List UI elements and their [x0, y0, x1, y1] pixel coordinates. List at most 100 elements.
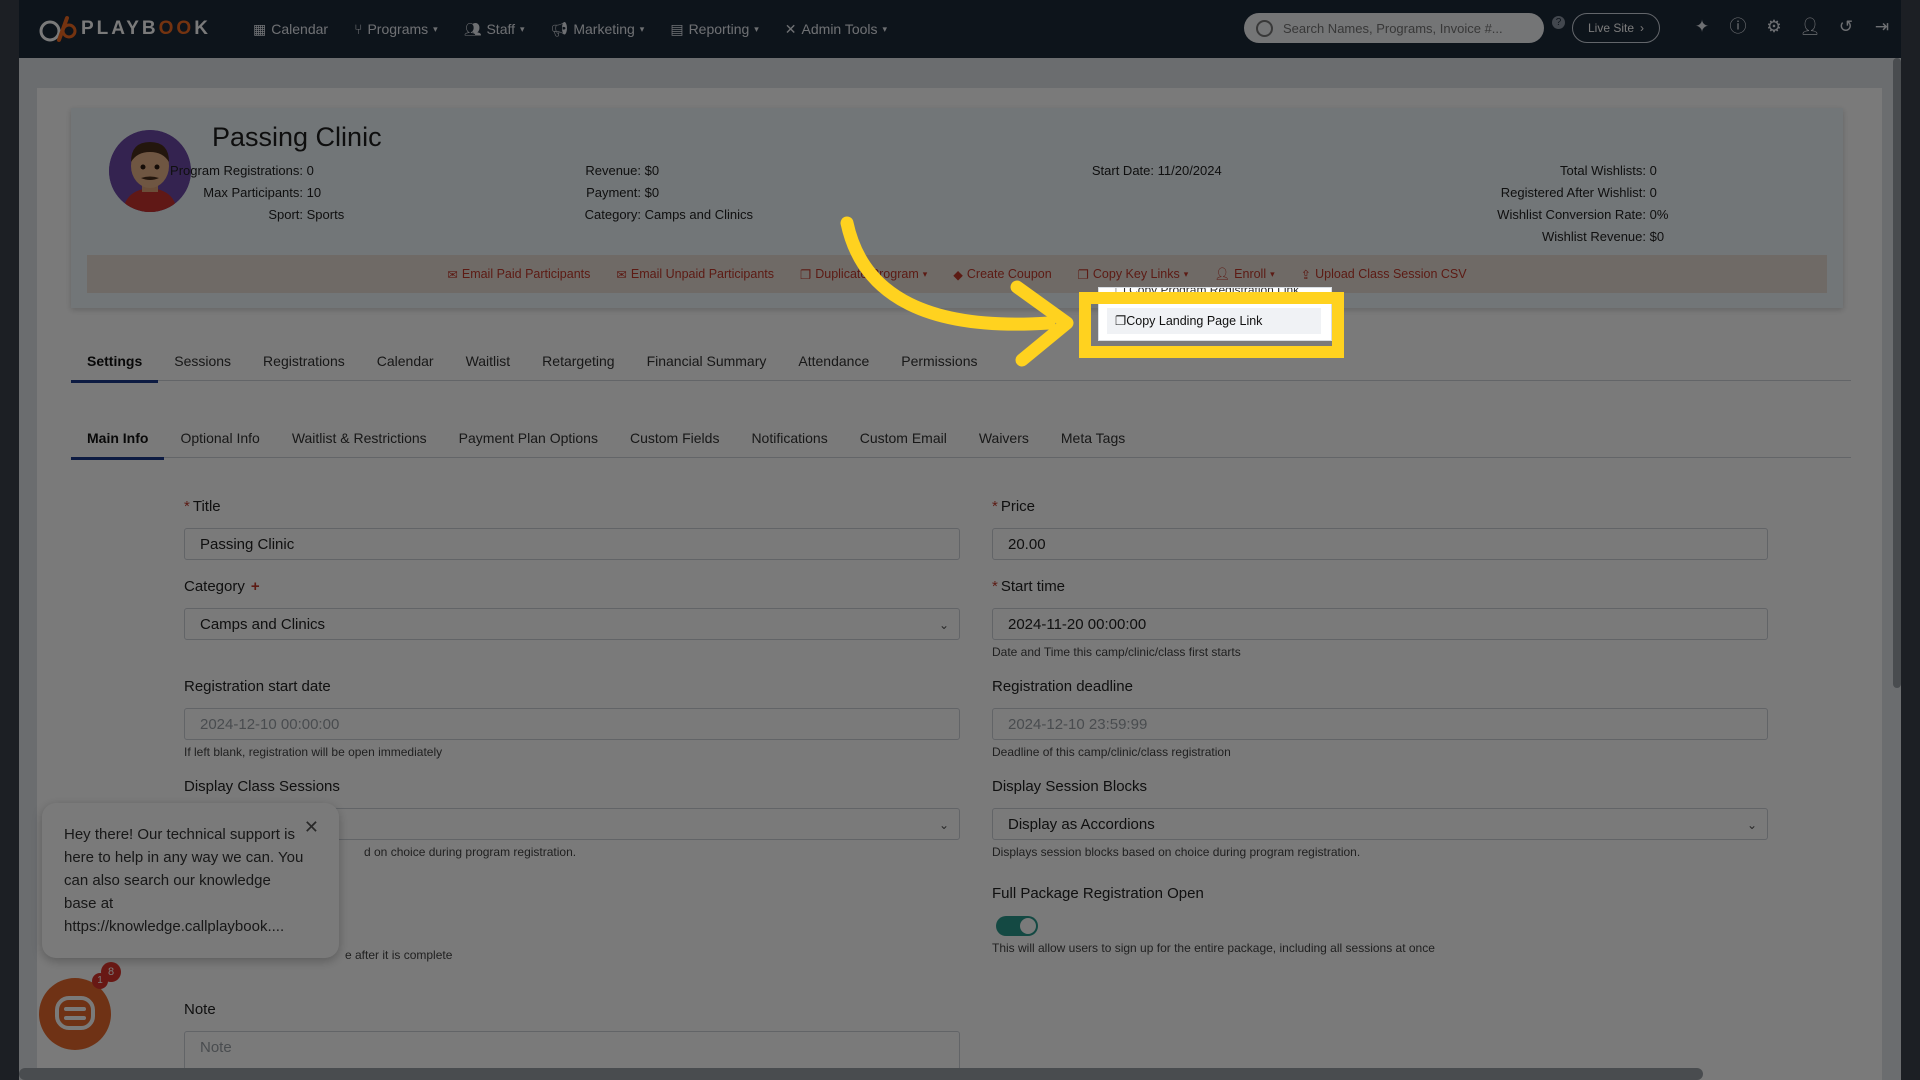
nav-programs-label: Programs — [367, 21, 429, 37]
live-site-label: Live Site — [1587, 21, 1635, 35]
enroll-button[interactable]: 👤︎ Enroll ▾ — [1214, 267, 1274, 282]
add-user-icon: 👤︎ — [1214, 266, 1231, 281]
tab-waitlist[interactable]: Waitlist — [450, 350, 527, 380]
annotation-arrow-icon — [840, 216, 1074, 367]
question-icon[interactable]: ? — [1552, 16, 1565, 29]
search-input[interactable] — [1281, 19, 1535, 37]
note-input[interactable]: Note — [184, 1031, 960, 1071]
title-label-text: Title — [192, 498, 221, 515]
stat-label: Registered After Wishlist: — [1500, 185, 1646, 200]
logout-icon[interactable]: ⇥ — [1871, 16, 1893, 38]
chevron-down-icon: ▾ — [433, 23, 438, 34]
subtab-main-info[interactable]: Main Info — [71, 427, 165, 460]
announcement-icon[interactable]: ✦ — [1691, 16, 1713, 38]
upload-csv-button[interactable]: ⇪ Upload Class Session CSV — [1301, 267, 1467, 282]
category-select[interactable]: Camps and Clinics ⌄ — [184, 608, 960, 640]
stat-value: Camps and Clinics — [644, 207, 753, 222]
toggle-knob — [1020, 918, 1036, 934]
history-icon[interactable]: ↺ — [1835, 16, 1857, 38]
envelope-icon: ✉ — [616, 267, 627, 282]
support-chat-popup[interactable]: Hey there! Our technical support is here… — [42, 803, 339, 958]
subtab-notifications[interactable]: Notifications — [735, 427, 843, 457]
stat-start-date: Start Date: 11/20/2024 — [1071, 163, 1222, 178]
start-time-help: Date and Time this camp/clinic/class fir… — [992, 645, 1241, 659]
nav-marketing[interactable]: 📢︎ Marketing ▾ — [551, 21, 645, 38]
gear-icon[interactable]: ⚙ — [1763, 16, 1785, 38]
display-class-sessions-help: d on choice during program registration. — [364, 845, 577, 859]
full-package-toggle[interactable] — [996, 916, 1038, 936]
support-chat-message: Hey there! Our technical support is here… — [64, 826, 304, 935]
tab-sessions[interactable]: Sessions — [158, 350, 247, 380]
stat-value: 11/20/2024 — [1157, 163, 1222, 178]
chevron-down-icon: ▾ — [882, 23, 888, 34]
top-nav: PLAYBOOK ▦ Calendar ⑂ Programs ▾ 👥︎ Staff ▾ 📢… — [19, 0, 1901, 58]
subtab-payment-plan-options[interactable]: Payment Plan Options — [443, 427, 614, 457]
help-circle-icon[interactable]: ⓘ — [1727, 16, 1749, 38]
nav-calendar-label: Calendar — [271, 21, 329, 37]
category-select-value: Camps and Clinics — [200, 616, 326, 633]
tab-calendar[interactable]: Calendar — [361, 350, 450, 380]
chevron-down-icon: ▾ — [1183, 268, 1189, 279]
subtab-custom-fields[interactable]: Custom Fields — [614, 427, 735, 457]
subtab-waitlist-restrictions[interactable]: Waitlist & Restrictions — [276, 427, 443, 457]
subtab-optional-info[interactable]: Optional Info — [164, 427, 275, 457]
stat-category: Category: Camps and Clinics — [541, 207, 753, 222]
logo-mark-icon — [39, 16, 77, 42]
display-session-blocks-select[interactable]: Display as Accordions ⌄ — [992, 808, 1768, 840]
megaphone-icon: 📢︎ — [550, 20, 569, 37]
start-time-label: * Start time — [992, 578, 1065, 595]
reg-start-input[interactable]: 2024-12-10 00:00:00 — [184, 708, 960, 740]
live-site-button[interactable]: Live Site › — [1572, 13, 1660, 43]
upload-icon: ⇪ — [1300, 267, 1312, 282]
tab-settings[interactable]: Settings — [71, 350, 159, 383]
chevron-down-icon: ⌄ — [938, 618, 949, 632]
subtab-waivers[interactable]: Waivers — [963, 427, 1045, 457]
subtab-meta-tags[interactable]: Meta Tags — [1045, 427, 1141, 457]
reg-deadline-input[interactable]: 2024-12-10 23:59:99 — [992, 708, 1768, 740]
display-session-blocks-label: Display Session Blocks — [992, 778, 1148, 795]
chevron-down-icon: ▾ — [1270, 268, 1275, 279]
email-paid-label: Email Paid Participants — [461, 267, 591, 281]
stat-label: Sport: — [268, 207, 303, 222]
stat-label: Total Wishlists: — [1560, 163, 1646, 178]
close-icon[interactable]: ✕ — [304, 817, 319, 838]
tab-retargeting[interactable]: Retargeting — [526, 350, 630, 380]
nav-reporting[interactable]: ▤ Reporting ▾ — [670, 21, 758, 38]
vertical-scrollbar[interactable] — [1893, 58, 1901, 688]
category-label-text: Category — [184, 578, 245, 595]
nav-admin-tools[interactable]: ✕ Admin Tools ▾ — [785, 21, 887, 38]
stat-value: 0% — [1649, 207, 1669, 222]
price-input[interactable]: 20.00 — [992, 528, 1768, 560]
playbook-logo[interactable]: PLAYBOOK — [37, 14, 227, 44]
reg-start-help: If left blank, registration will be open… — [184, 745, 443, 759]
enroll-label: Enroll — [1234, 267, 1267, 281]
chevron-down-icon: ⌄ — [938, 818, 949, 832]
stat-label: Max Participants: — [203, 185, 303, 200]
category-label: Category + — [184, 578, 260, 595]
full-package-label: Full Package Registration Open — [992, 885, 1204, 902]
stat-total-wishlists: Total Wishlists: 0 — [1431, 163, 1657, 178]
stat-value: Sports — [306, 207, 345, 222]
nav-calendar[interactable]: ▦ Calendar — [253, 21, 328, 38]
nav-staff[interactable]: 👥︎ Staff ▾ — [464, 21, 525, 38]
start-time-input[interactable]: 2024-11-20 00:00:00 — [992, 608, 1768, 640]
email-paid-button[interactable]: ✉ Email Paid Participants — [447, 267, 590, 282]
title-input[interactable]: Passing Clinic — [184, 528, 960, 560]
subtab-custom-email[interactable]: Custom Email — [844, 427, 963, 457]
tab-registrations[interactable]: Registrations — [247, 350, 361, 380]
stat-label: Category: — [584, 207, 641, 222]
stat-payment: Payment: $0 — [541, 185, 659, 200]
global-search[interactable] — [1244, 13, 1544, 43]
reg-deadline-help: Deadline of this camp/clinic/class regis… — [992, 745, 1231, 759]
nav-programs[interactable]: ⑂ Programs ▾ — [354, 21, 438, 37]
horizontal-scrollbar[interactable] — [19, 1068, 1703, 1080]
complete-help: e after it is complete — [345, 948, 453, 962]
add-category-icon[interactable]: + — [251, 578, 260, 595]
email-unpaid-button[interactable]: ✉ Email Unpaid Participants — [616, 267, 774, 282]
add-user-icon[interactable]: 👤︎ — [1799, 16, 1821, 38]
stat-value: $0 — [644, 163, 660, 178]
calendar-icon: ▦ — [253, 20, 267, 37]
tab-financial-summary[interactable]: Financial Summary — [631, 350, 783, 380]
nav-staff-label: Staff — [486, 21, 516, 37]
program-title: Passing Clinic — [212, 122, 382, 152]
